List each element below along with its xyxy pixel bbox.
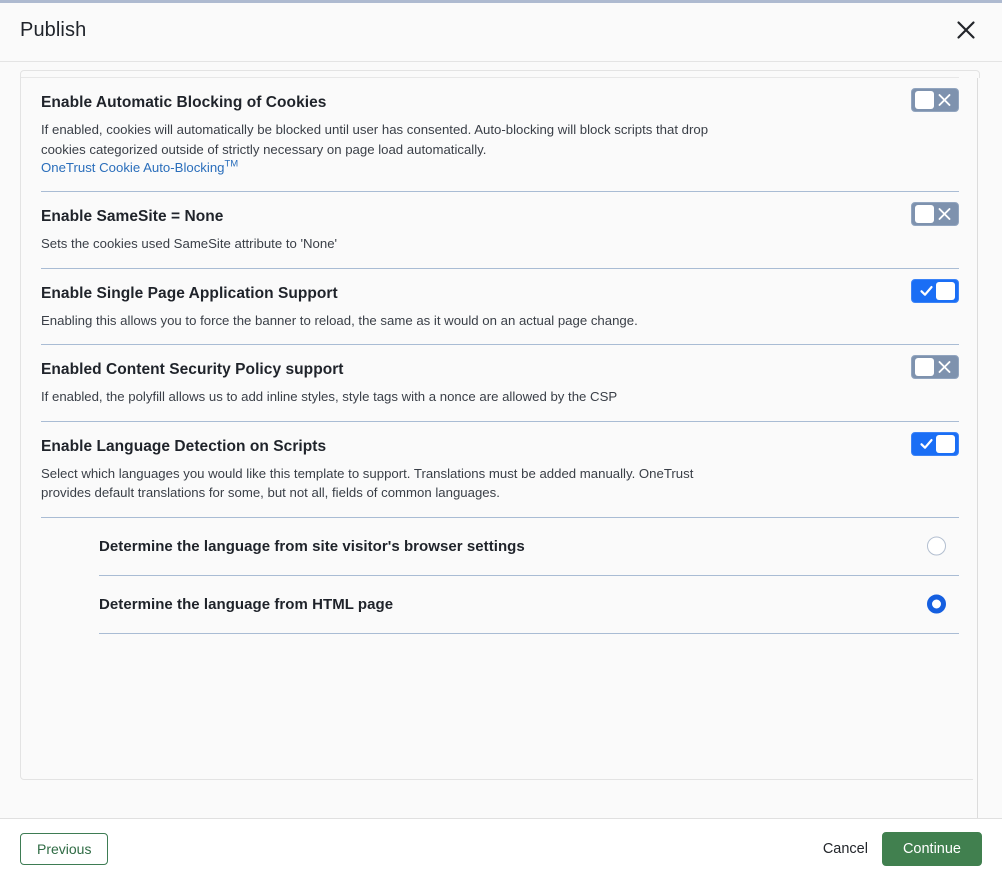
settings-card-inner: Always Send Enable Automatic Blocking of… [21,70,979,634]
trademark-mark: TM [225,159,239,170]
spa-support-toggle[interactable] [911,279,959,303]
setting-description: Select which languages you would like th… [41,464,731,503]
setting-row: Enable Language Detection on Scripts Sel… [41,422,959,518]
setting-row: Enable Single Page Application Support E… [41,269,959,346]
setting-row: Enabled Content Security Policy support … [41,345,959,422]
toggle-knob [915,205,934,223]
page-title: Publish [20,19,86,42]
setting-title: Enable SameSite = None [41,208,959,226]
language-detection-toggle[interactable] [911,432,959,456]
setting-row: Enable SameSite = None Sets the cookies … [41,192,959,269]
setting-description: If enabled, cookies will automatically b… [41,120,731,159]
close-button[interactable] [946,10,986,50]
toggle-knob [915,91,934,109]
check-icon [919,283,934,298]
send-frequency-row: Always Send [21,70,959,78]
cancel-button[interactable]: Cancel [809,833,882,865]
publish-modal: Publish Always Send [0,0,1002,878]
check-icon [919,436,934,451]
scrollbar-track-line [977,78,978,818]
auto-blocking-link-text: OneTrust Cookie Auto-Blocking [41,160,225,175]
close-icon [937,207,952,222]
language-option-label: Determine the language from HTML page [99,596,393,613]
radio-browser-settings[interactable] [927,537,946,556]
toggle-knob [936,282,955,300]
auto-blocking-toggle[interactable] [911,88,959,112]
setting-row: Enable Automatic Blocking of Cookies If … [41,78,959,192]
previous-button[interactable]: Previous [20,833,108,865]
samesite-none-toggle[interactable] [911,202,959,226]
continue-button[interactable]: Continue [882,832,982,866]
auto-blocking-link[interactable]: OneTrust Cookie Auto-BlockingTM [41,160,238,175]
setting-title: Enabled Content Security Policy support [41,361,959,379]
setting-description: If enabled, the polyfill allows us to ad… [41,387,731,407]
close-icon [937,93,952,108]
modal-header: Publish [0,0,1002,62]
close-icon [955,19,977,41]
setting-description: Enabling this allows you to force the ba… [41,311,731,331]
setting-title: Enable Automatic Blocking of Cookies [41,94,959,112]
close-icon [937,360,952,375]
settings-card: Always Send Enable Automatic Blocking of… [20,70,980,780]
csp-support-toggle[interactable] [911,355,959,379]
setting-description: Sets the cookies used SameSite attribute… [41,234,731,254]
language-option-row[interactable]: Determine the language from HTML page [99,576,959,634]
top-accent-bar [0,0,1002,3]
modal-footer: Previous Cancel Continue [0,818,1002,878]
language-option-row[interactable]: Determine the language from site visitor… [99,518,959,576]
radio-html-page[interactable] [927,595,946,614]
vertical-scrollbar[interactable] [973,78,982,818]
modal-body: Always Send Enable Automatic Blocking of… [0,62,1002,818]
toggle-knob [915,358,934,376]
language-option-label: Determine the language from site visitor… [99,538,525,555]
setting-title: Enable Language Detection on Scripts [41,438,959,456]
setting-title: Enable Single Page Application Support [41,285,959,303]
toggle-knob [936,435,955,453]
scroll-region: Always Send Enable Automatic Blocking of… [20,70,982,818]
